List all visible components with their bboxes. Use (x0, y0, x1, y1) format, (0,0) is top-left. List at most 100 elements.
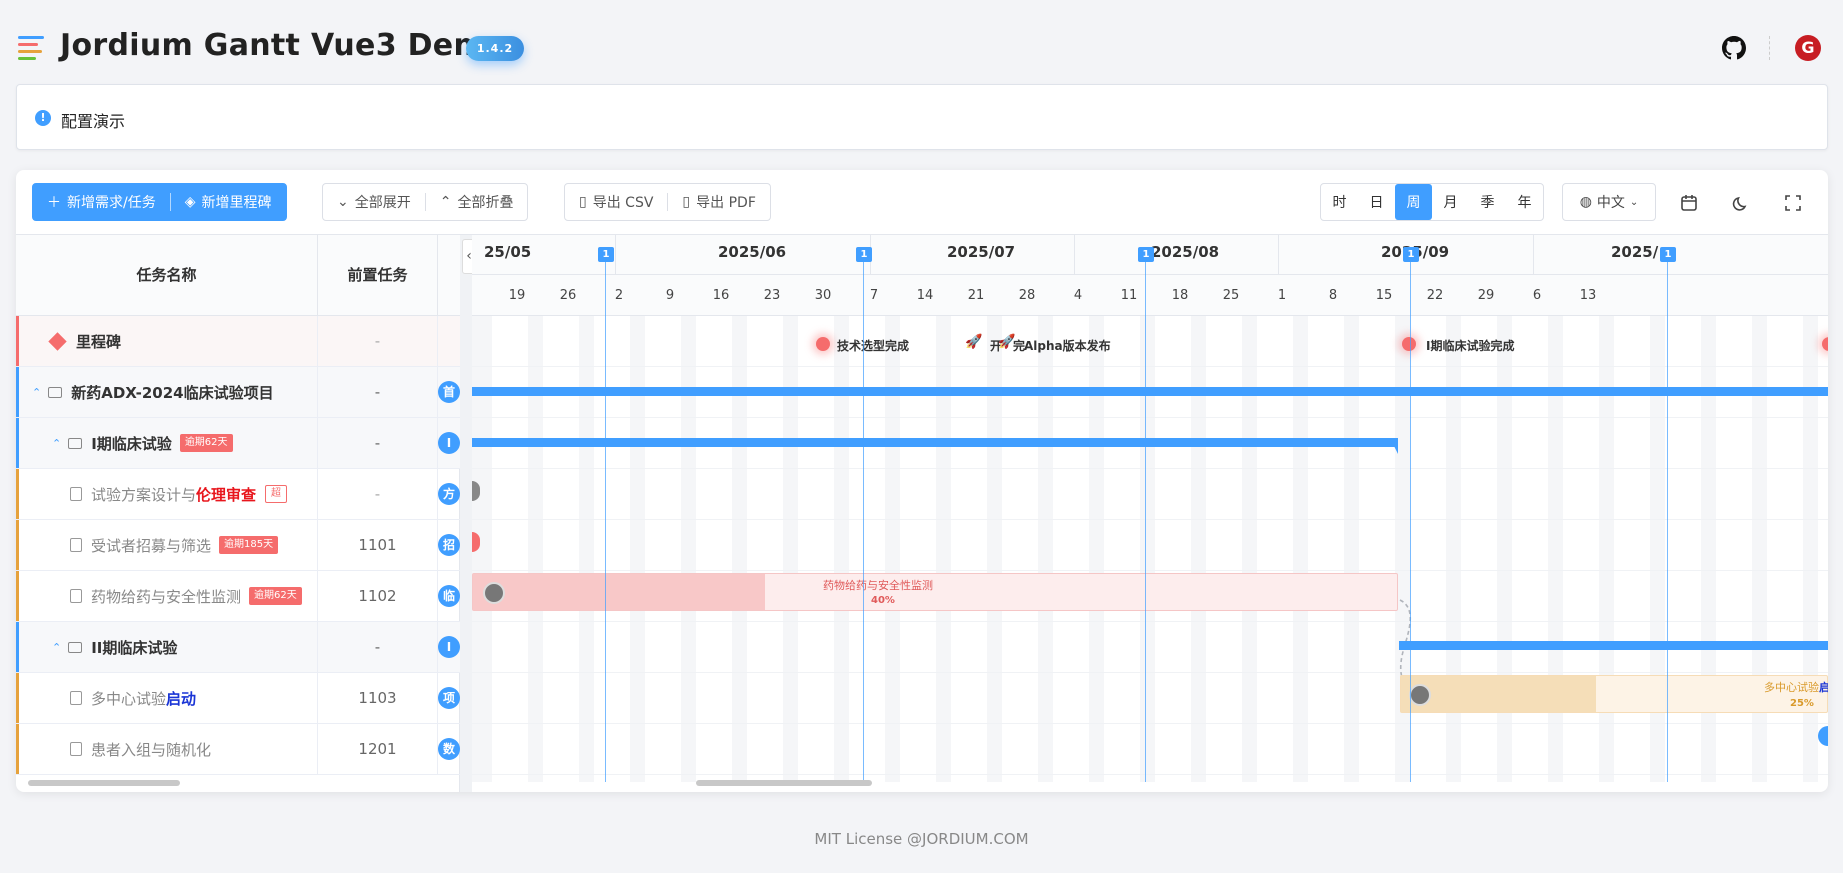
add-milestone-label: 新增里程碑 (201, 195, 272, 211)
collapse-toggle-icon[interactable]: ⌃ (52, 437, 61, 450)
table-row[interactable]: ⌃ I期临床试验 逾期62天 - I (16, 418, 460, 469)
marker-line (1667, 247, 1668, 782)
milestone-label: I期临床试验完成 (1426, 339, 1515, 353)
document-icon (70, 589, 82, 603)
scale-hour[interactable]: 时 (1321, 184, 1358, 220)
row-name: 试验方案设计与 (91, 485, 197, 504)
row-name: 新药ADX-2024临床试验项目 (71, 383, 274, 402)
marker-flag[interactable]: 1 (856, 247, 872, 262)
table-row[interactable]: 受试者招募与筛选 逾期185天 1101 招 (16, 520, 460, 571)
export-csv-button[interactable]: ▯ 导出 CSV (565, 184, 667, 220)
chevron-down-icon: ⌄ (1629, 196, 1639, 208)
expand-all-button[interactable]: ⌄ 全部展开 (323, 184, 425, 220)
calendar-icon[interactable] (1680, 194, 1698, 212)
milestone-marker[interactable] (816, 337, 830, 351)
document-icon (70, 487, 82, 501)
avatar (483, 582, 505, 604)
fullscreen-icon[interactable] (1784, 194, 1802, 212)
project-bar[interactable] (472, 387, 1828, 396)
menu-icon[interactable] (18, 36, 46, 60)
add-task-label: 新增需求/任务 (67, 195, 156, 211)
export-pdf-label: 导出 PDF (696, 195, 756, 211)
month-label: 2025/ (1611, 243, 1659, 261)
document-icon: ▯ (579, 194, 587, 210)
task-bar-stub[interactable] (1818, 726, 1828, 746)
scale-week[interactable]: 周 (1395, 184, 1432, 220)
config-panel[interactable]: ! 配置演示 (16, 84, 1828, 150)
rocket-icon[interactable]: 🚀 (965, 334, 982, 350)
month-label: 2025/08 (1151, 243, 1220, 261)
add-task-button[interactable]: ＋ 新增需求/任务 (33, 184, 170, 220)
document-icon: ▯ (682, 194, 691, 210)
phase-bar[interactable] (472, 438, 1398, 447)
timeline-scrollbar[interactable] (696, 780, 872, 786)
panel-splitter[interactable]: ‹ (460, 235, 476, 792)
marker-flag[interactable]: 1 (1138, 247, 1154, 262)
row-badge: 数 (438, 738, 460, 760)
row-predecessor: - (318, 418, 438, 468)
milestone-icon (48, 331, 67, 351)
gantt-container: ＋ 新增需求/任务 ◈ 新增里程碑 ⌄ 全部展开 ⌃ 全部折叠 ▯ 导出 CSV ▯ 导出 … (16, 170, 1828, 792)
phase-bar[interactable] (1399, 641, 1828, 650)
task-bar-label-highlight: 启 (1819, 681, 1828, 694)
scale-month[interactable]: 月 (1432, 184, 1469, 220)
table-row[interactable]: 试验方案设计与 伦理审查超 - 方 (16, 469, 460, 520)
row-name: 药物给药与安全性监测 (91, 587, 242, 606)
milestone-marker[interactable] (1402, 337, 1416, 351)
table-row[interactable]: ⌃ 新药ADX-2024临床试验项目 - 首 (16, 367, 460, 418)
row-name-highlight: 伦理审查 (196, 485, 257, 504)
table-row[interactable]: 多中心试验 启动 1103 项 (16, 673, 460, 724)
task-bar[interactable]: 多中心试验启 25% (1400, 675, 1828, 713)
diamond-icon: ◈ (184, 194, 196, 210)
marker-flag[interactable]: 1 (598, 247, 614, 262)
table-row[interactable]: 里程碑 - (16, 316, 460, 367)
row-name: I期临床试验 (91, 434, 172, 453)
document-icon (70, 742, 82, 756)
marker-line (1145, 247, 1146, 782)
col-task-name: 任务名称 (16, 235, 318, 316)
row-predecessor: 1102 (318, 571, 438, 621)
avatar (1409, 684, 1431, 706)
export-button-group: ▯ 导出 CSV ▯ 导出 PDF (564, 183, 771, 221)
table-scrollbar[interactable] (28, 780, 180, 786)
header-divider (1769, 36, 1770, 60)
collapse-all-button[interactable]: ⌃ 全部折叠 (426, 184, 528, 220)
row-name: 多中心试验 (91, 689, 167, 708)
month-label: 25/05 (484, 243, 532, 261)
row-name: 里程碑 (76, 332, 122, 351)
export-pdf-button[interactable]: ▯ 导出 PDF (668, 184, 769, 220)
time-scale-switch: 时 日 周 月 季 年 (1320, 183, 1544, 221)
gantt-timeline: 25/05 2025/06 2025/07 2025/08 2025/09 20… (472, 235, 1828, 792)
table-row[interactable]: 药物给药与安全性监测 逾期62天 1102 临 (16, 571, 460, 622)
chevron-down-icon: ⌄ (337, 194, 349, 210)
moon-icon[interactable] (1732, 194, 1750, 212)
overdue-tag: 逾期185天 (219, 536, 279, 554)
month-label: 2025/06 (718, 243, 787, 261)
gitee-icon[interactable]: G (1795, 35, 1821, 61)
table-row[interactable]: ⌃ II期临床试验 - I (16, 622, 460, 673)
collapse-toggle-icon[interactable]: ⌃ (52, 641, 61, 654)
add-milestone-button[interactable]: ◈ 新增里程碑 (171, 184, 286, 220)
task-table: 任务名称 前置任务 里程碑 - ⌃ 新药ADX-2024临床试验项目 - 首 ⌃ I… (16, 235, 460, 792)
github-icon[interactable] (1722, 36, 1746, 60)
language-select[interactable]: ◍ 中文 ⌄ (1562, 183, 1656, 221)
task-bar[interactable]: 药物给药与安全性监测 40% (472, 573, 1398, 611)
week-label: 13 (1579, 288, 1597, 303)
table-row[interactable]: 患者入组与随机化 1201 数 (16, 724, 460, 775)
marker-line (605, 247, 606, 782)
row-badge: 招 (438, 534, 460, 556)
expand-button-group: ⌄ 全部展开 ⌃ 全部折叠 (322, 183, 529, 221)
collapse-toggle-icon[interactable]: ⌃ (32, 386, 41, 399)
row-predecessor: - (318, 622, 438, 672)
scale-year[interactable]: 年 (1506, 184, 1543, 220)
task-bar-progress: 40% (871, 595, 895, 606)
marker-flag[interactable]: 1 (1660, 247, 1676, 262)
timeline-body: 技术选型完成 🚀 开 🚀 完 Alpha版本发布 I期临床试验完成 药物给药与安… (472, 316, 1828, 792)
row-badge: 项 (438, 687, 460, 709)
milestone-marker[interactable] (1822, 337, 1828, 351)
scale-quarter[interactable]: 季 (1469, 184, 1506, 220)
row-badge: 临 (438, 585, 460, 607)
scale-day[interactable]: 日 (1358, 184, 1395, 220)
marker-flag[interactable]: 1 (1403, 247, 1419, 262)
language-label: 中文 (1596, 195, 1625, 211)
